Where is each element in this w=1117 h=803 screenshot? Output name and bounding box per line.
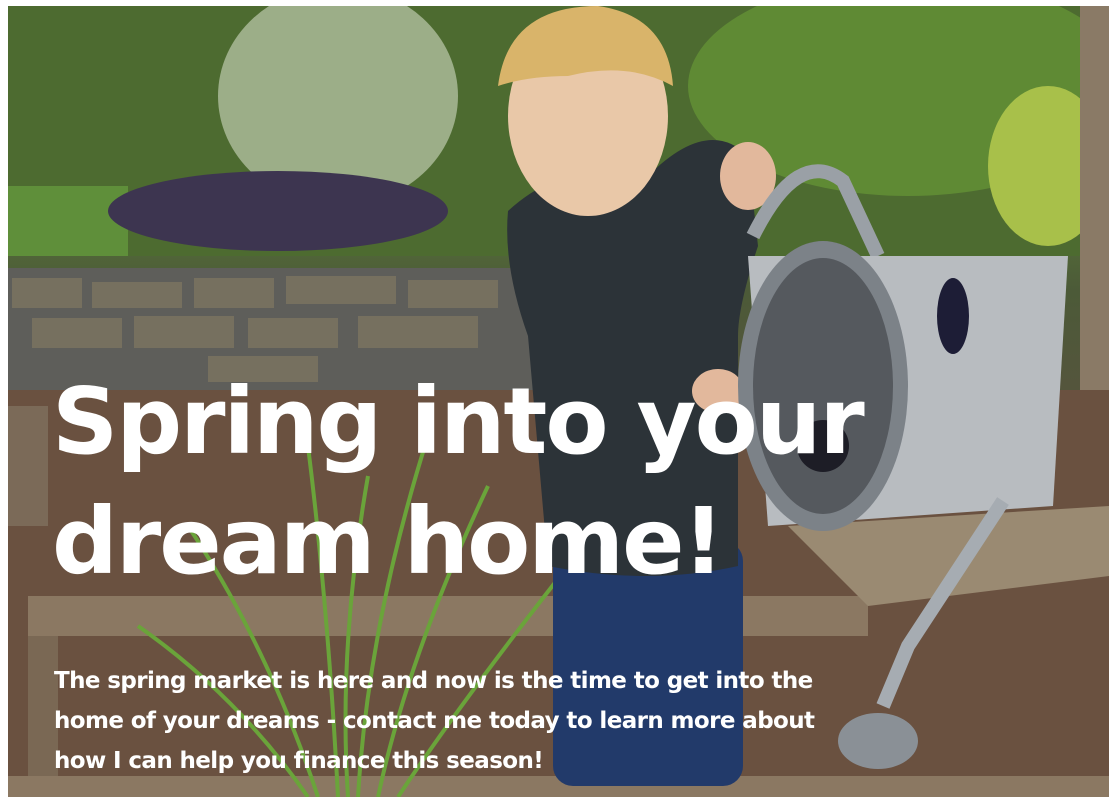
purple-shrubs — [108, 171, 448, 251]
promo-body: The spring market is here and now is the… — [54, 661, 854, 781]
lawn — [8, 186, 128, 256]
body-line-1: The spring market is here and now is the… — [54, 668, 813, 694]
headline-line-2: dream home! — [52, 488, 725, 595]
body-line-3: how I can help you finance this season! — [54, 748, 544, 774]
can-badge — [937, 278, 969, 354]
promo-banner: Spring into your dream home! The spring … — [8, 6, 1109, 797]
bed-post-left — [8, 406, 48, 526]
promo-headline: Spring into your dream home! — [52, 362, 865, 602]
tree-trunk — [1080, 6, 1109, 426]
headline-line-1: Spring into your — [52, 368, 865, 475]
body-line-2: home of your dreams - contact me today t… — [54, 708, 815, 734]
